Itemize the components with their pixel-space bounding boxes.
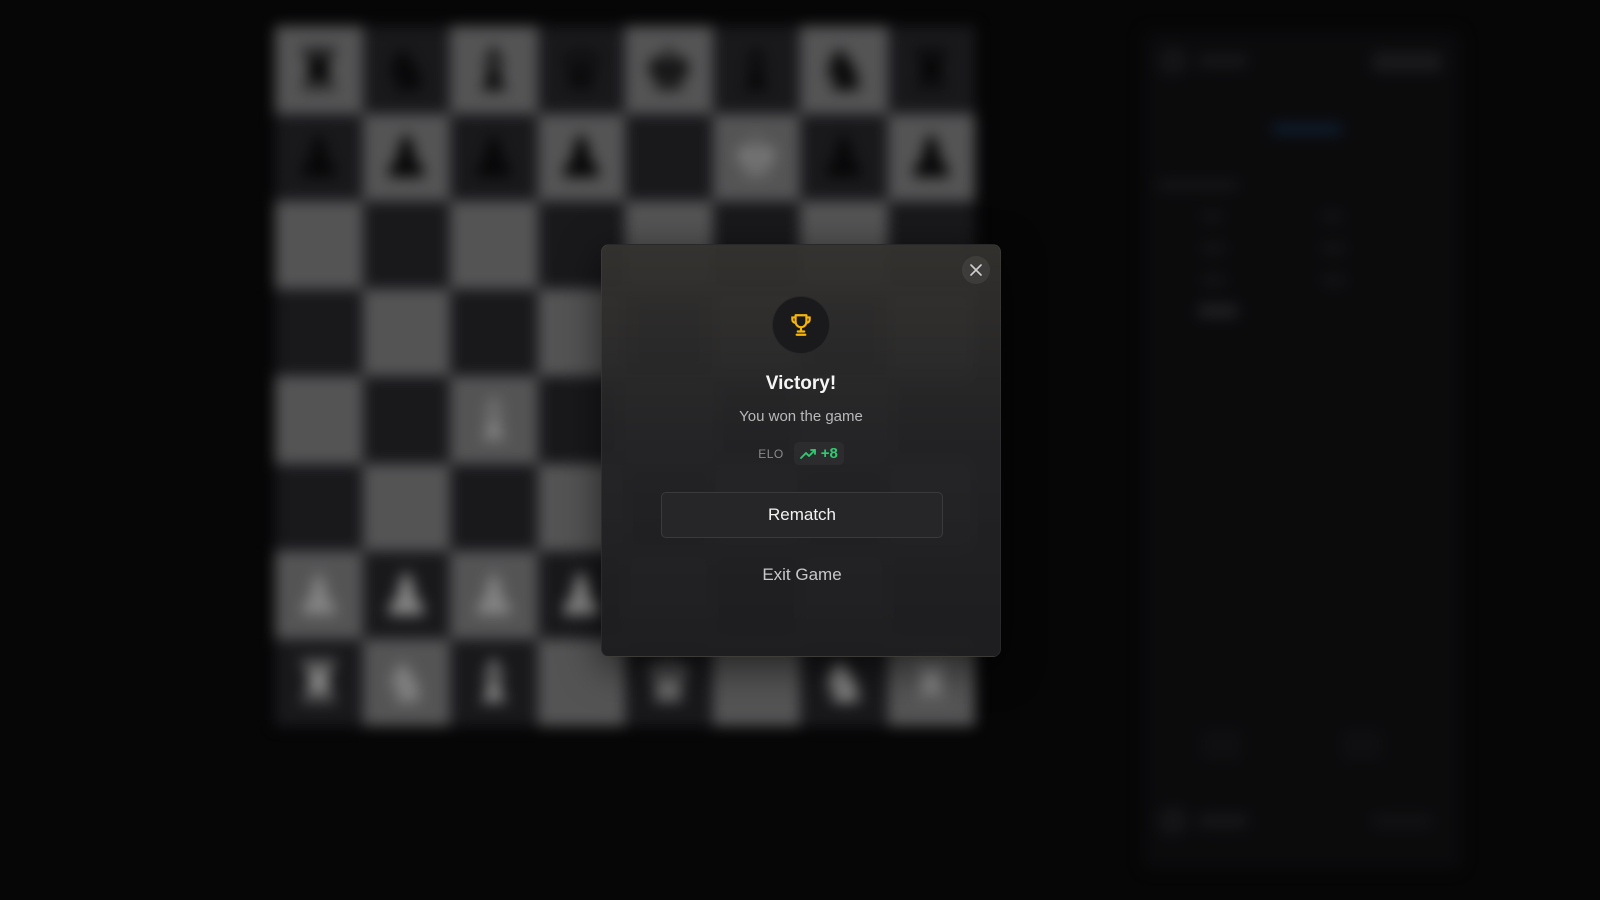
elo-label: ELO <box>758 446 784 461</box>
close-icon <box>970 264 982 276</box>
result-subtitle: You won the game <box>739 408 863 425</box>
rematch-button[interactable]: Rematch <box>661 492 943 538</box>
result-title: Victory! <box>765 373 837 394</box>
elo-summary: ELO +8 <box>602 442 1000 465</box>
exit-game-button[interactable]: Exit Game <box>661 555 943 595</box>
trending-up-icon <box>799 448 816 459</box>
trophy-badge <box>772 296 830 354</box>
trophy-icon <box>791 314 811 336</box>
close-button[interactable] <box>962 256 990 284</box>
game-over-dialog: Victory! You won the game ELO +8 Rematch… <box>601 244 1001 657</box>
elo-change-value: +8 <box>820 445 838 462</box>
elo-change-badge: +8 <box>793 442 844 465</box>
game-screen: ♜ ♞ ♝ ♛ ♚ ♝ ♞ ♜ ♟ ♟ ♟ ♟ ♚ ♟ ♟ ♝ ♟ ♟ ♟ ♟ ♜ ♞ ♝ ♛ ♞ ♜ <box>0 0 1600 900</box>
